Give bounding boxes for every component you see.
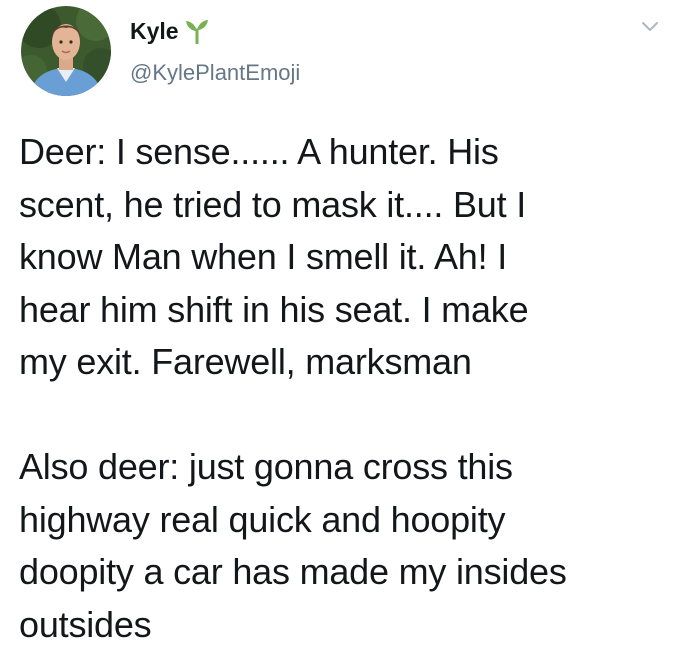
author-handle[interactable]: @KylePlantEmoji (130, 60, 300, 86)
tweet-card: Kyle @KylePlantEmoji Deer: I sense......… (0, 0, 674, 660)
chevron-down-icon[interactable] (640, 20, 660, 34)
avatar[interactable] (21, 6, 111, 96)
seedling-icon (185, 18, 209, 46)
author-name-row[interactable]: Kyle (130, 17, 209, 46)
tweet-paragraph-1: Deer: I sense...... A hunter. His scent,… (19, 131, 529, 382)
display-name[interactable]: Kyle (130, 17, 179, 45)
avatar-photo (21, 6, 111, 96)
tweet-text: Deer: I sense...... A hunter. His scent,… (19, 126, 669, 651)
tweet-paragraph-2: Also deer: just gonna cross this highway… (19, 446, 567, 645)
